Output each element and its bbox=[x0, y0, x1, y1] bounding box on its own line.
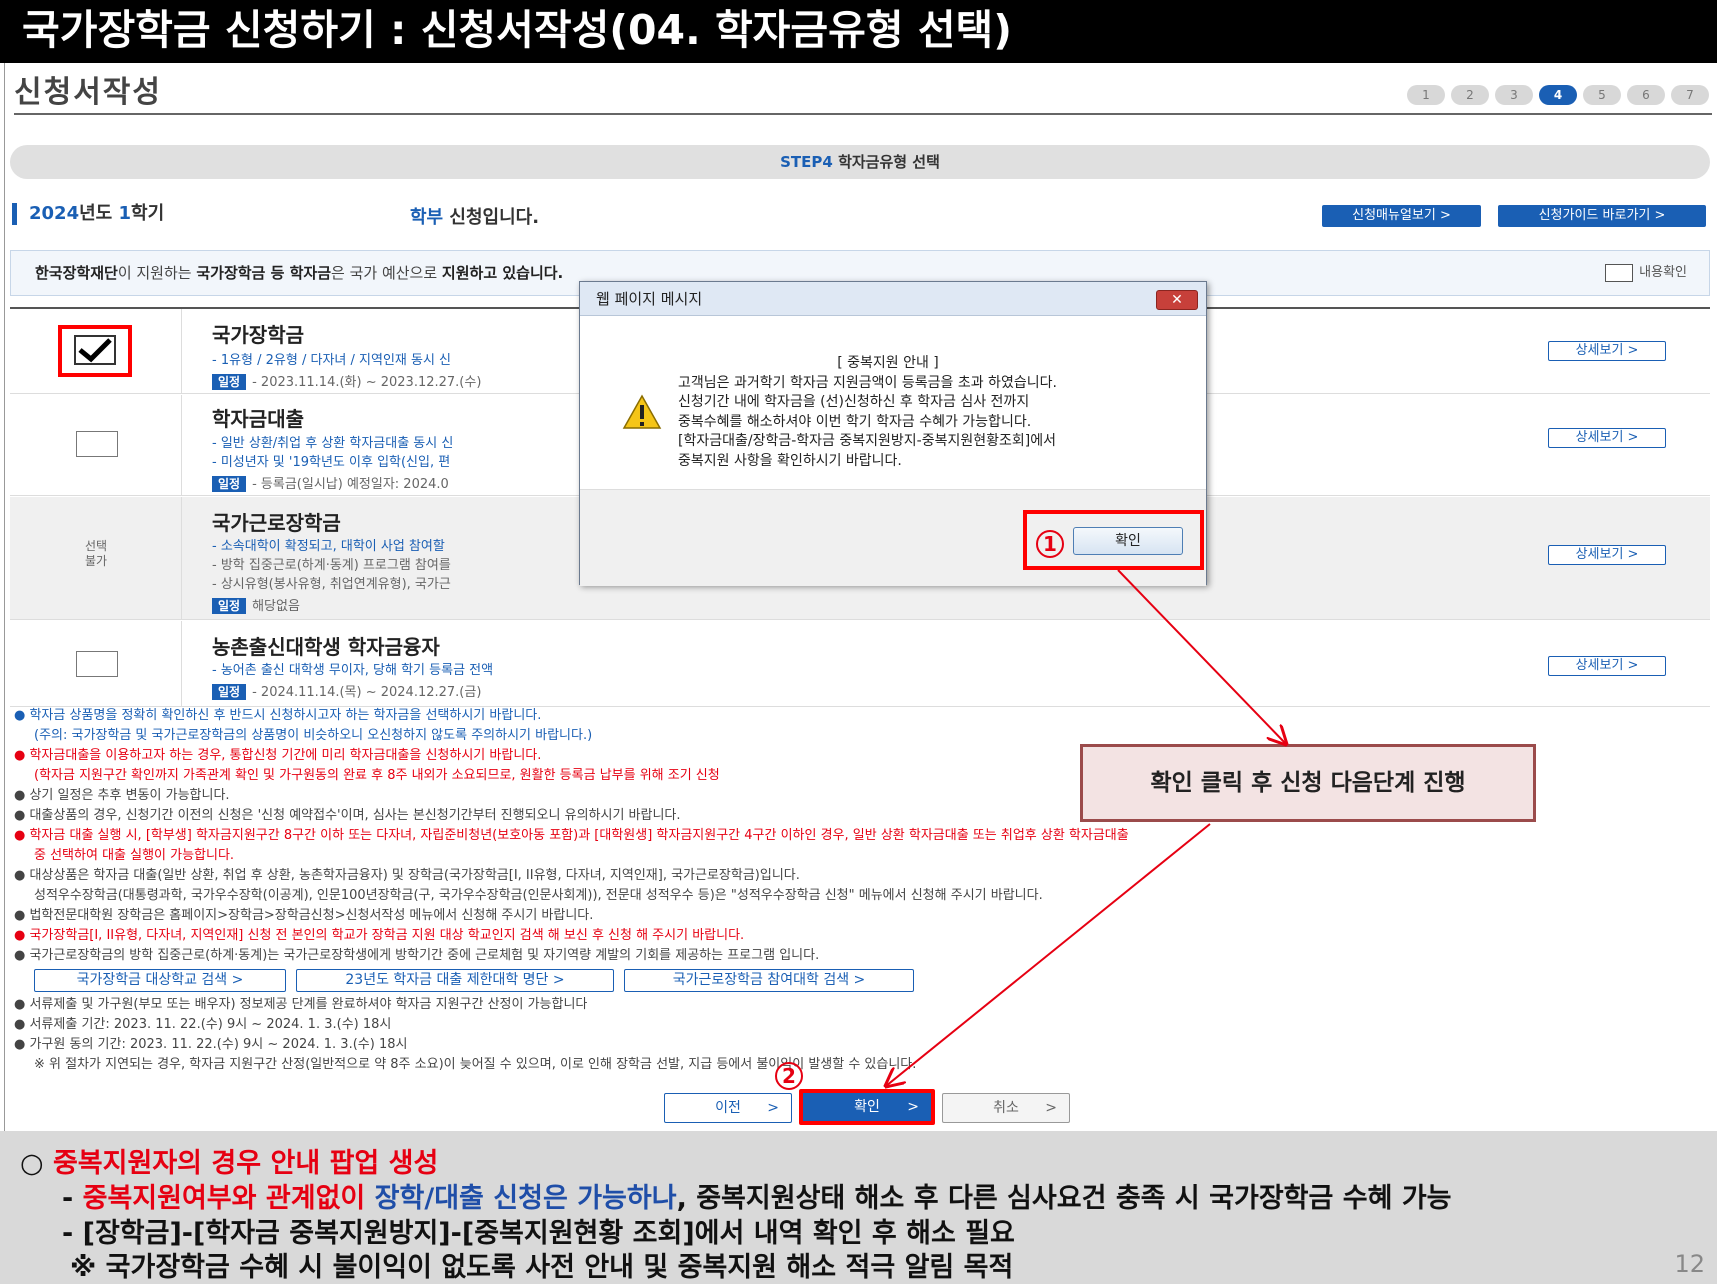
summary-line-2: - 중복지원여부와 관계없이 장학/대출 신청은 가능하나, 중복지원상태 해소… bbox=[62, 1176, 1452, 1215]
summary-bullet: ○ bbox=[20, 1148, 53, 1179]
summary-panel: ○ 중복지원자의 경우 안내 팝업 생성 - 중복지원여부와 관계없이 장학/대… bbox=[0, 1131, 1717, 1284]
annotation-arrows bbox=[0, 569, 1717, 1284]
summary-line-1: ○ 중복지원자의 경우 안내 팝업 생성 bbox=[20, 1141, 438, 1180]
arrow-to-callout bbox=[1117, 569, 1286, 744]
summary-rest-text: , 중복지원상태 해소 후 다른 심사요건 충족 시 국가장학금 수혜 가능 bbox=[676, 1183, 1452, 1214]
summary-blue-text: 장학/대출 신청은 가능하나 bbox=[374, 1183, 677, 1214]
arrow-to-confirm bbox=[886, 823, 1211, 1086]
summary-dash: - bbox=[62, 1183, 83, 1214]
summary-red-text: 중복지원여부와 관계없이 bbox=[82, 1183, 375, 1214]
summary-line-4: ※ 국가장학금 수혜 시 불이익이 없도록 사전 안내 및 중복지원 해소 적극… bbox=[70, 1252, 1014, 1283]
summary-heading: 중복지원자의 경우 안내 팝업 생성 bbox=[52, 1148, 439, 1179]
page-number: 12 bbox=[1674, 1250, 1705, 1278]
